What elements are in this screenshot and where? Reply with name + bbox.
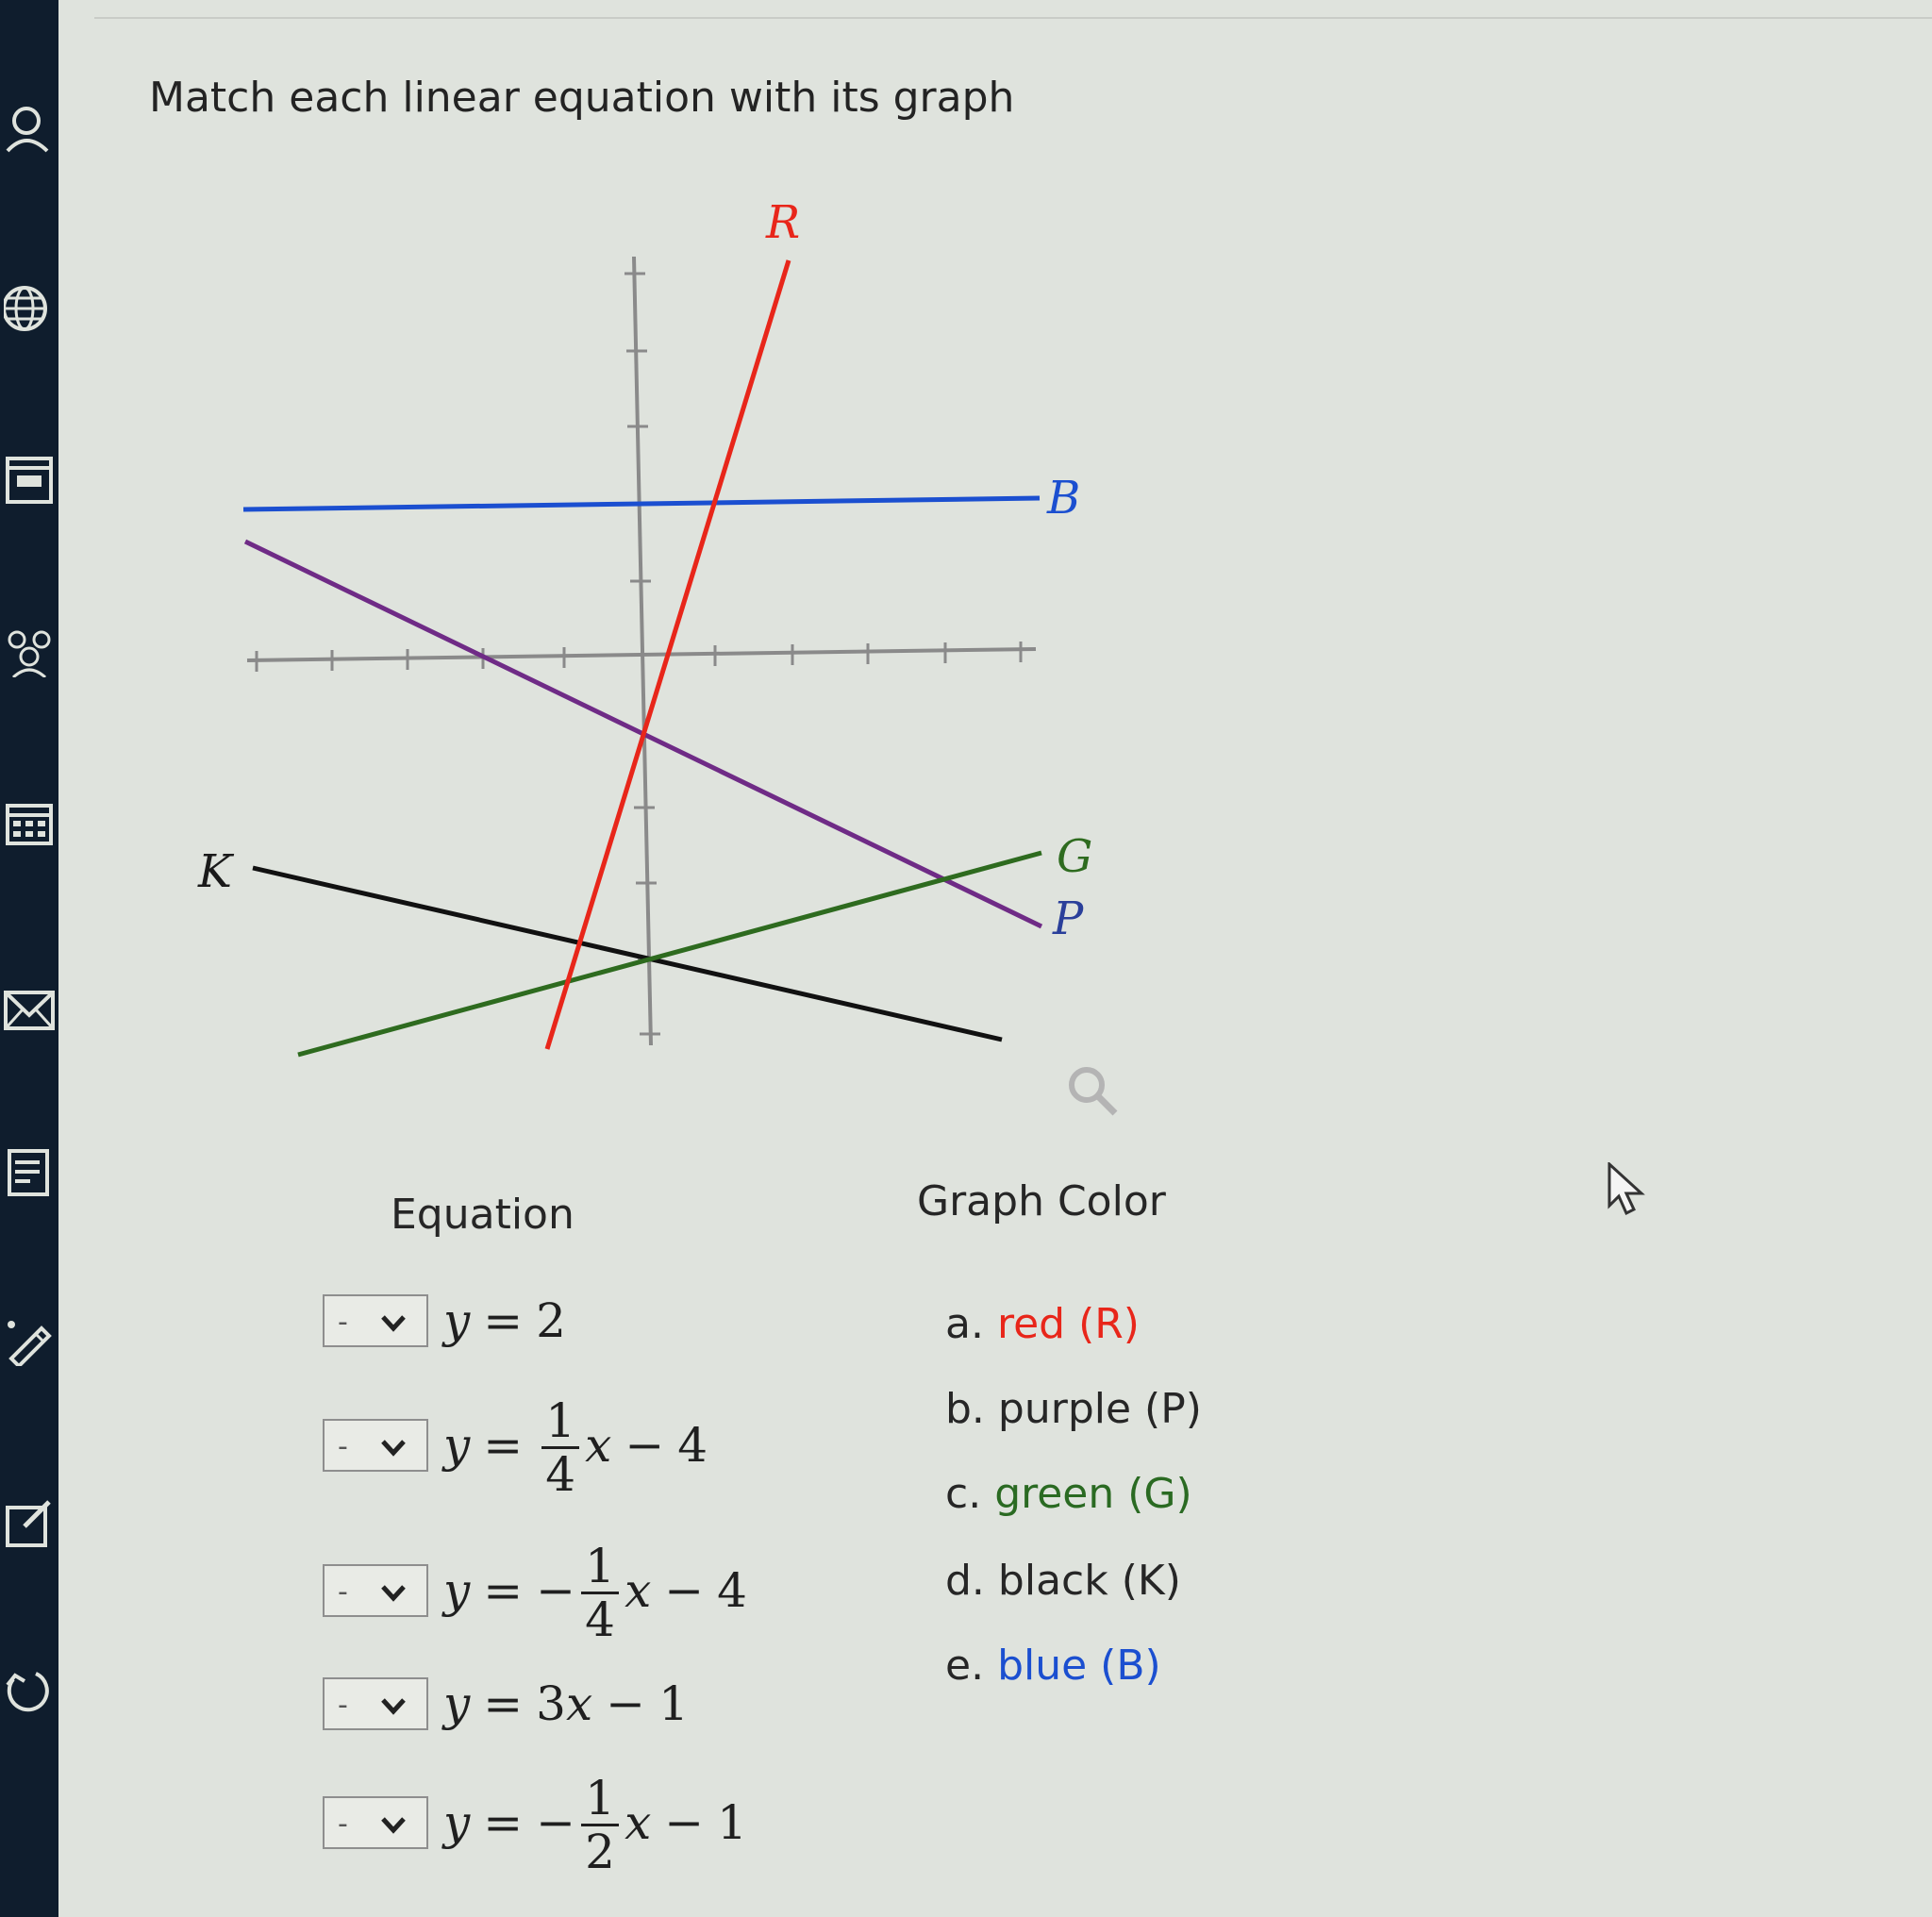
equation-2: y = 1 4 x − 4 bbox=[443, 1395, 708, 1500]
equation-4: y = 3 x − 1 bbox=[443, 1676, 689, 1731]
label-p: P bbox=[1052, 892, 1084, 945]
variable-x: x bbox=[585, 1418, 612, 1473]
question-panel: Match each linear equation with its grap… bbox=[58, 0, 1932, 1917]
graph-figure: R B G P K bbox=[197, 196, 1092, 1058]
variable-x: x bbox=[625, 1795, 652, 1850]
fraction: 1 4 bbox=[541, 1392, 580, 1502]
select-value: - bbox=[338, 1808, 348, 1841]
label-r: R bbox=[765, 196, 800, 249]
equals-sign: = bbox=[483, 1293, 524, 1348]
label-k: K bbox=[197, 845, 235, 898]
choice-letter: a. bbox=[945, 1300, 984, 1348]
equation-3: y = − 1 4 x − 4 bbox=[443, 1541, 747, 1645]
app-sidebar bbox=[0, 0, 58, 1917]
zoom-magnifier-icon[interactable] bbox=[1064, 1062, 1121, 1119]
choice-letter: c. bbox=[945, 1470, 982, 1518]
minus-sign: − bbox=[606, 1676, 646, 1731]
equation-lhs: y bbox=[443, 1676, 471, 1731]
edit-icon[interactable] bbox=[4, 1498, 55, 1549]
calendar-icon[interactable] bbox=[4, 798, 55, 849]
choice-letter: e. bbox=[945, 1642, 985, 1690]
choice-label: blue (B) bbox=[997, 1642, 1161, 1690]
label-g: G bbox=[1057, 830, 1092, 883]
fraction-numerator: 1 bbox=[585, 1770, 615, 1825]
fraction: 1 4 bbox=[581, 1538, 620, 1647]
answer-select-5[interactable]: - bbox=[323, 1796, 428, 1849]
negative-sign: − bbox=[536, 1795, 576, 1850]
constant: 1 bbox=[658, 1676, 689, 1731]
globe-icon[interactable] bbox=[4, 283, 55, 334]
line-blue-b bbox=[242, 495, 1041, 512]
coefficient: 3 bbox=[536, 1676, 566, 1731]
choice-b: b. purple (P) bbox=[945, 1385, 1202, 1433]
select-value: - bbox=[338, 1689, 348, 1722]
select-value: - bbox=[338, 1306, 348, 1339]
fraction-numerator: 1 bbox=[585, 1538, 615, 1593]
answer-select-2[interactable]: - bbox=[323, 1419, 428, 1472]
equation-rhs: 2 bbox=[536, 1293, 566, 1348]
choice-label: purple (P) bbox=[997, 1385, 1202, 1433]
chevron-down-icon bbox=[381, 1585, 406, 1602]
label-b: B bbox=[1046, 472, 1080, 525]
fraction-denominator: 2 bbox=[585, 1824, 615, 1879]
equals-sign: = bbox=[483, 1563, 524, 1618]
choice-label: red (R) bbox=[996, 1300, 1140, 1348]
group-icon[interactable] bbox=[4, 626, 55, 677]
choice-a: a. red (R) bbox=[945, 1300, 1140, 1348]
fraction-numerator: 1 bbox=[545, 1392, 576, 1448]
variable-x: x bbox=[565, 1676, 593, 1731]
select-value: - bbox=[338, 1575, 348, 1609]
choice-c: c. green (G) bbox=[945, 1470, 1192, 1518]
equation-5: y = − 1 2 x − 1 bbox=[443, 1773, 747, 1877]
minus-sign: − bbox=[664, 1563, 705, 1618]
mouse-cursor-icon bbox=[1607, 1162, 1645, 1216]
answer-select-1[interactable]: - bbox=[323, 1294, 428, 1347]
person-icon[interactable] bbox=[4, 102, 55, 153]
choice-label: green (G) bbox=[994, 1470, 1192, 1518]
pencil-icon[interactable] bbox=[4, 1315, 55, 1366]
y-axis bbox=[625, 256, 660, 1046]
fraction-denominator: 4 bbox=[585, 1592, 615, 1647]
choice-letter: d. bbox=[945, 1557, 985, 1605]
select-value: - bbox=[338, 1430, 348, 1463]
equals-sign: = bbox=[483, 1795, 524, 1850]
notes-icon[interactable] bbox=[4, 1147, 55, 1198]
equation-lhs: y bbox=[443, 1418, 471, 1473]
graph-color-column-heading: Graph Color bbox=[917, 1177, 1166, 1225]
equals-sign: = bbox=[483, 1676, 524, 1731]
constant: 4 bbox=[717, 1563, 747, 1618]
choice-letter: b. bbox=[945, 1385, 985, 1433]
minus-sign: − bbox=[664, 1795, 705, 1850]
logout-icon[interactable] bbox=[4, 1664, 55, 1715]
minus-sign: − bbox=[625, 1418, 665, 1473]
equation-column-heading: Equation bbox=[391, 1191, 575, 1239]
answer-select-4[interactable]: - bbox=[323, 1677, 428, 1730]
choice-label: black (K) bbox=[997, 1557, 1181, 1605]
chevron-down-icon bbox=[381, 1817, 406, 1834]
equals-sign: = bbox=[483, 1418, 524, 1473]
browser-window-icon[interactable] bbox=[4, 455, 55, 506]
mail-icon[interactable] bbox=[4, 985, 55, 1036]
chevron-down-icon bbox=[381, 1315, 406, 1332]
answer-select-3[interactable]: - bbox=[323, 1564, 428, 1617]
choice-d: d. black (K) bbox=[945, 1557, 1181, 1605]
chevron-down-icon bbox=[381, 1440, 406, 1457]
equation-1: y = 2 bbox=[443, 1293, 566, 1348]
constant: 1 bbox=[717, 1795, 747, 1850]
constant: 4 bbox=[677, 1418, 708, 1473]
variable-x: x bbox=[625, 1563, 652, 1618]
fraction: 1 2 bbox=[581, 1770, 620, 1879]
chevron-down-icon bbox=[381, 1698, 406, 1715]
equation-lhs: y bbox=[443, 1293, 471, 1348]
choice-e: e. blue (B) bbox=[945, 1642, 1161, 1690]
fraction-denominator: 4 bbox=[545, 1446, 576, 1502]
negative-sign: − bbox=[536, 1563, 576, 1618]
equation-lhs: y bbox=[443, 1795, 471, 1850]
equation-lhs: y bbox=[443, 1563, 471, 1618]
